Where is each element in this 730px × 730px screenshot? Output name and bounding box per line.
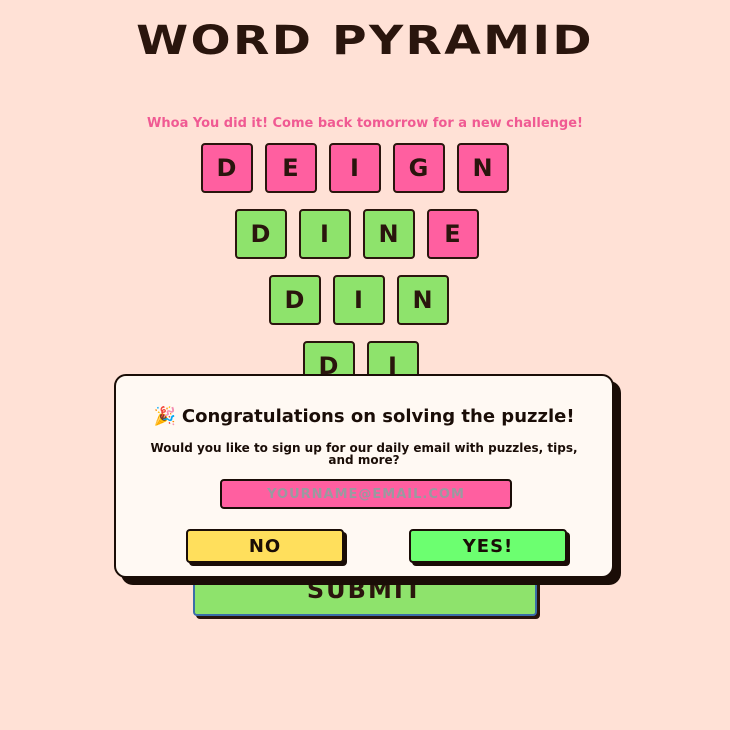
no-button[interactable]: NO [186,529,344,563]
modal-title-text: Congratulations on solving the puzzle! [181,406,575,427]
modal-body-text: Would you like to sign up for our daily … [150,441,578,467]
pyramid-row-2: DINE [235,209,479,259]
letter-tile: E [265,143,317,193]
success-message: Whoa You did it! Come back tomorrow for … [147,116,583,131]
page-title: WORD PYRAMID [136,18,594,64]
modal-title: 🎉 Congratulations on solving the puzzle! [116,406,612,427]
letter-tile: N [397,275,449,325]
letter-tile: N [363,209,415,259]
letter-tile: N [457,143,509,193]
letter-tile: G [393,143,445,193]
pyramid-row-3: DIN [269,275,449,325]
letter-tile: I [333,275,385,325]
yes-button[interactable]: YES! [409,529,567,563]
letter-tile: D [201,143,253,193]
letter-tile: I [329,143,381,193]
pyramid-row-1: DEIGN [201,143,509,193]
email-signup-modal: 🎉 Congratulations on solving the puzzle! … [114,374,614,578]
letter-tile: D [269,275,321,325]
letter-tile: I [299,209,351,259]
party-popper-icon: 🎉 [153,406,176,427]
letter-tile: D [235,209,287,259]
letter-tile: E [427,209,479,259]
email-input[interactable] [220,479,512,509]
game-page: WORD PYRAMID Whoa You did it! Come back … [0,0,730,730]
